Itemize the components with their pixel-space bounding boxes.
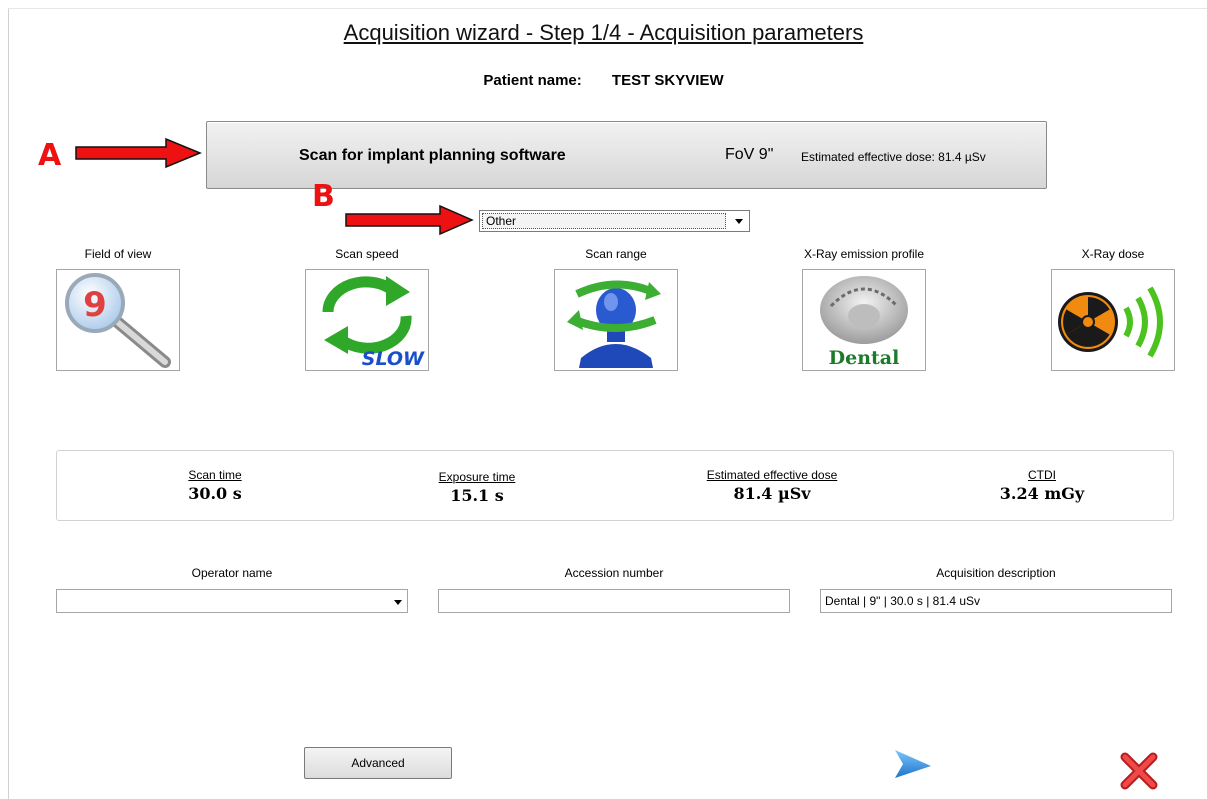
cancel-button[interactable] [1120, 752, 1158, 790]
stat-ctdi: CTDI 3.24 mGy [942, 468, 1142, 503]
acquisition-description-field[interactable]: Dental | 9" | 30.0 s | 81.4 uSv [820, 589, 1172, 613]
field-of-view-button[interactable]: 9 [56, 269, 180, 371]
chevron-down-icon[interactable] [735, 219, 743, 224]
stat-value: 15.1 s [450, 486, 504, 505]
param-label: Field of view [84, 247, 152, 261]
stat-label: Exposure time [438, 470, 516, 484]
patient-name-label: Patient name: [483, 72, 582, 89]
window-border-top [8, 8, 1207, 9]
acquisition-description-value: Dental | 9" | 30.0 s | 81.4 uSv [825, 594, 981, 608]
stat-effective-dose: Estimated effective dose 81.4 µSv [672, 468, 872, 503]
scan-protocol-name: Scan for implant planning software [299, 147, 566, 164]
refresh-arrows-icon: SLOW [322, 276, 425, 370]
xray-emission-profile-button[interactable]: Dental [802, 269, 926, 371]
param-scan-speed: Scan speed SLOW [305, 247, 429, 371]
fov-number: 9 [83, 285, 107, 325]
param-label: Scan range [585, 247, 647, 261]
accession-number-field[interactable] [438, 589, 790, 613]
stat-value: 30.0 s [188, 484, 242, 503]
wizard-title: Acquisition wizard - Step 1/4 - Acquisit… [343, 20, 864, 45]
profile-dropdown-value: Other [482, 213, 726, 229]
stat-exposure-time: Exposure time 15.1 s [377, 470, 577, 505]
dental-arch-icon: Dental [820, 276, 908, 369]
advanced-button[interactable]: Advanced [304, 747, 452, 779]
param-label: X-Ray emission profile [803, 247, 925, 261]
scan-speed-caption: SLOW [362, 348, 425, 370]
acquisition-description-label: Acquisition description [936, 566, 1056, 580]
accession-number-label: Accession number [564, 566, 664, 580]
radiation-icon [1058, 286, 1163, 358]
stat-label: CTDI [1028, 468, 1056, 482]
scan-fov: FoV 9" [725, 146, 774, 163]
xray-dose-button[interactable] [1051, 269, 1175, 371]
param-scan-range: Scan range [554, 247, 678, 371]
emission-profile-caption: Dental [829, 347, 900, 369]
acquisition-summary-panel: Scan time 30.0 s Exposure time 15.1 s Es… [56, 450, 1174, 521]
chevron-down-icon[interactable] [394, 600, 402, 605]
window-border [8, 8, 9, 799]
annotation-a-arrow [75, 137, 202, 169]
close-x-icon [1120, 752, 1158, 790]
operator-name-dropdown[interactable] [56, 589, 408, 613]
next-arrow-icon [895, 750, 931, 778]
param-xray-emission-profile: X-Ray emission profile Dental [802, 247, 926, 371]
profile-dropdown[interactable]: Other [479, 210, 750, 232]
scan-estimated-dose: Estimated effective dose: 81.4 µSv [801, 150, 986, 164]
patient-info: Patient name: TEST SKYVIEW [0, 72, 1207, 89]
param-field-of-view: Field of view 9 [56, 247, 180, 371]
annotation-b-arrow [345, 204, 474, 236]
stat-label: Estimated effective dose [706, 468, 838, 482]
param-label: Scan speed [335, 247, 399, 261]
annotation-b-label: B [312, 179, 335, 214]
stat-label: Scan time [188, 468, 242, 482]
head-rotation-icon [567, 280, 661, 368]
patient-name-value: TEST SKYVIEW [611, 72, 724, 89]
next-button[interactable] [893, 748, 933, 780]
magnifier-9-icon: 9 [65, 273, 171, 368]
stat-value: 3.24 mGy [999, 484, 1085, 503]
stat-scan-time: Scan time 30.0 s [115, 468, 315, 503]
annotation-a-label: A [38, 138, 62, 173]
scan-speed-button[interactable]: SLOW [305, 269, 429, 371]
operator-name-label: Operator name [191, 566, 273, 580]
stat-value: 81.4 µSv [733, 484, 811, 503]
param-xray-dose: X-Ray dose [1051, 247, 1175, 371]
scan-range-button[interactable] [554, 269, 678, 371]
param-label: X-Ray dose [1081, 247, 1145, 261]
